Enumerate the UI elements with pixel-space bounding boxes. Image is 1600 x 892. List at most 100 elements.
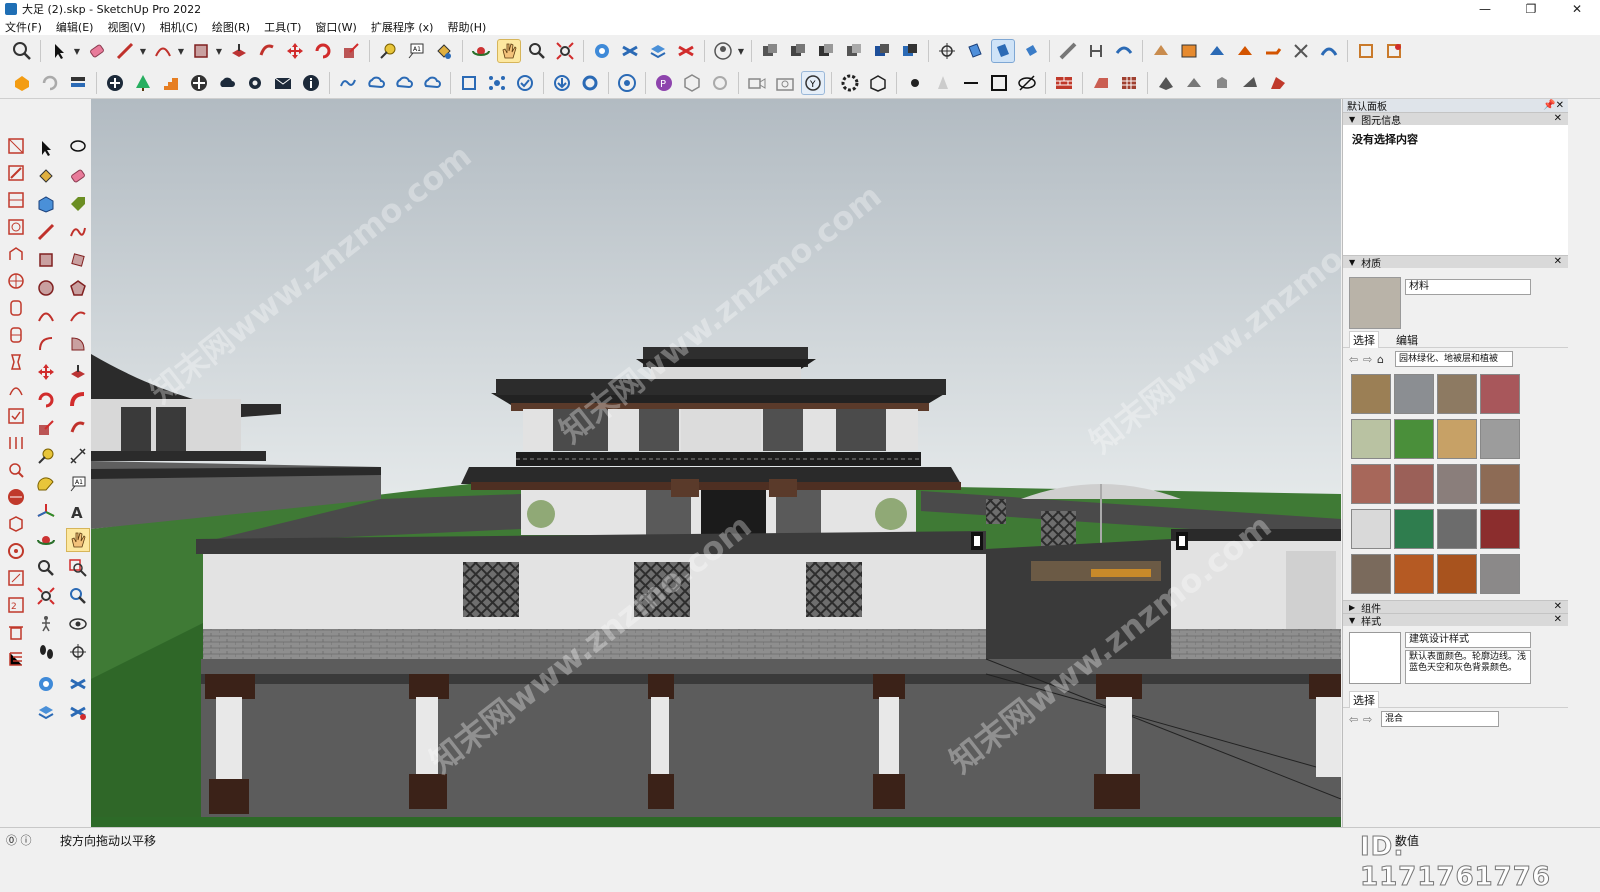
orbit-icon[interactable] [469, 39, 493, 63]
molecule-icon[interactable] [485, 71, 509, 95]
freehand-tool-icon[interactable] [66, 220, 90, 244]
back-arrow-icon[interactable]: ⇦ [1349, 353, 1363, 366]
close-panel-icon[interactable]: ✕ [1554, 256, 1562, 267]
line-pencil-icon[interactable] [113, 39, 137, 63]
cloud-download-icon[interactable] [420, 71, 444, 95]
trash-icon[interactable] [4, 620, 28, 644]
plugin-tool-8-icon[interactable] [4, 323, 28, 347]
sandbox-tools-icon[interactable] [1261, 39, 1285, 63]
material-swatch[interactable] [1437, 509, 1477, 549]
terrain-e-icon[interactable] [1266, 71, 1290, 95]
extension-manager-icon[interactable] [66, 700, 90, 724]
home-icon[interactable]: ⌂ [1377, 353, 1391, 366]
offset-tool-icon[interactable] [66, 416, 90, 440]
solid-union-icon[interactable] [786, 39, 810, 63]
sandbox-flip-edge-icon[interactable] [1233, 39, 1257, 63]
info-icon[interactable] [299, 71, 323, 95]
terrain-c-icon[interactable] [1210, 71, 1234, 95]
material-swatch[interactable] [1394, 554, 1434, 594]
plugin-tool-18-icon[interactable]: 2 [4, 593, 28, 617]
polygon-tool-icon[interactable] [66, 276, 90, 300]
make-component-icon[interactable] [34, 192, 58, 216]
extension-icon[interactable] [618, 39, 642, 63]
current-material-swatch[interactable] [1349, 277, 1401, 329]
rectangle-icon[interactable] [189, 39, 213, 63]
grid-tool-icon[interactable] [1117, 71, 1141, 95]
plugin-a-icon[interactable] [1354, 39, 1378, 63]
plugin-b-icon[interactable] [1382, 39, 1406, 63]
model-viewport[interactable]: 知末网www.znzmo.com 知末网www.znzmo.com 知末网www… [91, 99, 1341, 827]
material-swatch[interactable] [1480, 464, 1520, 504]
material-swatch[interactable] [1480, 374, 1520, 414]
warehouse-tool-icon[interactable] [34, 672, 58, 696]
chevron-down-icon[interactable]: ▼ [737, 39, 745, 63]
eraser-icon[interactable] [85, 39, 109, 63]
plugin-tool-15-icon[interactable] [4, 512, 28, 536]
plugin-tool-4-icon[interactable] [4, 215, 28, 239]
close-panel-icon[interactable]: ✕ [1554, 601, 1562, 612]
add-circle-icon[interactable] [103, 71, 127, 95]
material-swatch[interactable] [1351, 464, 1391, 504]
menu-extensions[interactable]: 扩展程序 (x) [371, 19, 434, 35]
rotated-rectangle-icon[interactable] [66, 248, 90, 272]
frame-icon[interactable] [457, 71, 481, 95]
material-swatch[interactable] [1437, 554, 1477, 594]
menu-edit[interactable]: 编辑(E) [56, 19, 94, 35]
purple-plugin-icon[interactable]: P [652, 71, 676, 95]
hide-icon[interactable] [1015, 71, 1039, 95]
roof-tool-icon[interactable] [1089, 71, 1113, 95]
zoom-extents-icon[interactable] [553, 39, 577, 63]
cloud-share-icon[interactable] [364, 71, 388, 95]
styles-forward-arrow-icon[interactable]: ⇨ [1363, 713, 1377, 726]
solid-subtract-icon[interactable] [814, 39, 838, 63]
photo-camera-icon[interactable] [773, 71, 797, 95]
chevron-down-icon[interactable]: ▼ [73, 39, 81, 63]
move-tool-icon[interactable] [34, 360, 58, 384]
pan-hand-icon[interactable] [497, 39, 521, 63]
menu-file[interactable]: 文件(F) [5, 19, 42, 35]
checker-pattern-icon[interactable] [187, 71, 211, 95]
zoom-extents-tool-icon[interactable] [34, 584, 58, 608]
extension-warehouse-icon[interactable] [674, 39, 698, 63]
plugin-tool-13-icon[interactable] [4, 458, 28, 482]
plugin-tool-20-icon[interactable] [4, 647, 28, 671]
chevron-down-icon[interactable]: ▼ [215, 39, 223, 63]
minimize-button[interactable]: — [1462, 0, 1508, 18]
solid-intersect-icon[interactable] [842, 39, 866, 63]
menu-window[interactable]: 窗口(W) [315, 19, 356, 35]
protractor-tool-icon[interactable] [34, 472, 58, 496]
scale-tool-icon[interactable] [34, 416, 58, 440]
material-swatch[interactable] [1351, 374, 1391, 414]
lasso-tool-icon[interactable] [66, 136, 90, 160]
square-icon[interactable] [987, 71, 1011, 95]
menu-camera[interactable]: 相机(C) [160, 19, 198, 35]
cone-icon[interactable] [931, 71, 955, 95]
material-swatch[interactable] [1394, 374, 1434, 414]
close-panel-icon[interactable]: ✕ [1554, 614, 1562, 625]
paint-bucket-icon[interactable] [432, 39, 456, 63]
section-display-icon[interactable] [991, 39, 1015, 63]
components-header[interactable]: ▶ 组件 ✕ [1343, 600, 1568, 615]
plugin-tool-9-icon[interactable] [4, 350, 28, 374]
material-swatch[interactable] [1480, 554, 1520, 594]
rotate-tool-icon[interactable] [34, 388, 58, 412]
layers-tool-icon[interactable] [34, 700, 58, 724]
sandbox-drape-icon[interactable] [1112, 39, 1136, 63]
select-arrow-icon[interactable] [47, 39, 71, 63]
box-icon[interactable] [866, 71, 890, 95]
tape-measure-icon[interactable] [376, 39, 400, 63]
layers-icon[interactable] [646, 39, 670, 63]
styles-tab-select[interactable]: 选择 [1349, 691, 1379, 708]
video-camera-icon[interactable] [745, 71, 769, 95]
components-icon[interactable] [758, 39, 782, 63]
sandbox-from-scratch-icon[interactable] [1177, 39, 1201, 63]
dimension-tool-icon[interactable] [66, 444, 90, 468]
styles-header[interactable]: ▼ 样式 ✕ [1343, 613, 1568, 628]
materials-header[interactable]: ▼ 材质 ✕ [1343, 255, 1568, 270]
chevron-down-icon[interactable]: ▼ [177, 39, 185, 63]
look-around-icon[interactable] [66, 612, 90, 636]
solid-split-icon[interactable] [898, 39, 922, 63]
position-camera-icon[interactable] [935, 39, 959, 63]
target-icon[interactable] [708, 71, 732, 95]
plugin-tool-2-icon[interactable] [4, 161, 28, 185]
